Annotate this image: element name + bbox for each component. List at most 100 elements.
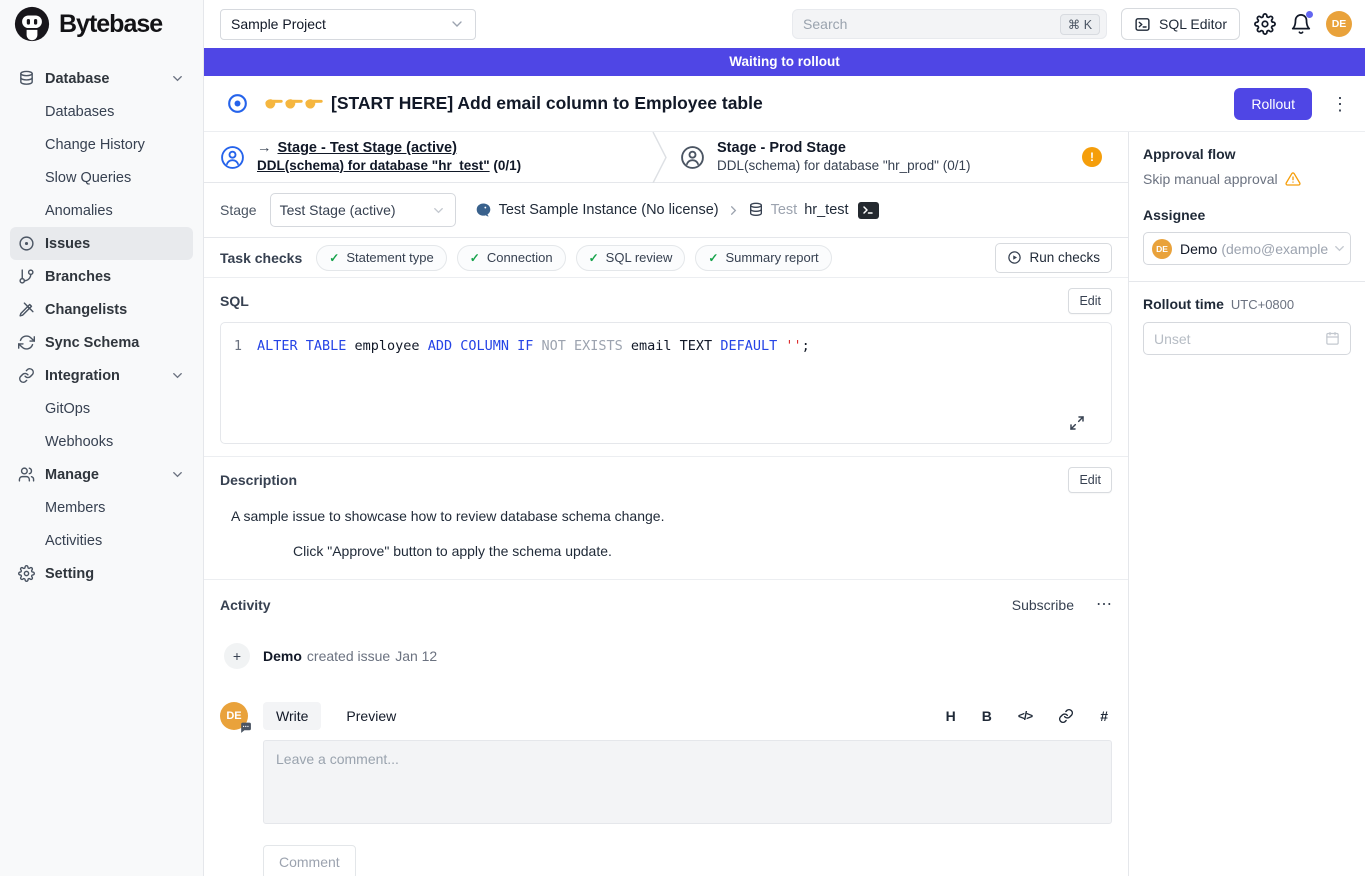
sql-edit-button[interactable]: Edit [1068,288,1112,314]
assignee-name: Demo [1180,241,1217,257]
run-checks-button[interactable]: Run checks [995,243,1112,273]
stage-task-link[interactable]: DDL(schema) for database "hr_test" [257,158,490,173]
search-shortcut-kbd: ⌘ K [1060,14,1100,35]
bold-icon[interactable]: B [982,708,992,724]
global-search[interactable]: ⌘ K [792,9,1107,39]
comment-input[interactable] [263,740,1112,824]
chevron-down-icon [431,203,446,218]
app-root: Bytebase Database Databases Change Histo… [0,0,1365,876]
settings-gear-button[interactable] [1254,13,1276,35]
bytebase-logo[interactable]: Bytebase [0,0,203,48]
sidebar-item-integration[interactable]: Integration [10,359,193,392]
check-pill-statement-type[interactable]: ✓Statement type [316,245,447,271]
changelist-icon [18,301,35,318]
sidebar-item-activities[interactable]: Activities [10,524,193,557]
sidebar-item-gitops[interactable]: GitOps [10,392,193,425]
notifications-bell-button[interactable] [1290,13,1312,35]
sidebar-item-setting[interactable]: Setting [10,557,193,590]
comment-submit-button[interactable]: Comment [263,845,356,876]
subscribe-button[interactable]: Subscribe [1012,597,1074,613]
sidebar-item-members[interactable]: Members [10,491,193,524]
sidebar-item-sync-schema[interactable]: Sync Schema [10,326,193,359]
database-icon [18,70,35,87]
stage-card-test[interactable]: →Stage - Test Stage (active) DDL(schema)… [204,132,652,182]
description-line: A sample issue to showcase how to review… [231,508,1112,524]
git-branch-icon [18,268,35,285]
notification-dot [1306,11,1313,18]
comment-user-avatar: DE [220,702,248,730]
project-select[interactable]: Sample Project [220,9,476,40]
sidebar-item-databases[interactable]: Databases [10,95,193,128]
comment-editor: DE Write Preview H B </> # [204,702,1128,876]
stage-select-row: Stage Test Stage (active) Test Sample In… [204,183,1128,238]
comment-toolbar: H B </> # [946,708,1112,724]
stage-select[interactable]: Test Stage (active) [270,193,456,227]
sync-icon [18,334,35,351]
chevron-right-icon [726,203,741,218]
user-avatar[interactable]: DE [1326,11,1352,37]
maximize-icon [1069,415,1085,431]
pointing-finger-emojis [264,94,323,113]
sidebar-item-issues[interactable]: Issues [10,227,193,260]
link-icon[interactable] [1058,708,1074,724]
activity-item: + Demo created issue Jan 12 [220,643,1112,669]
tab-preview[interactable]: Preview [333,702,409,730]
terminal-icon [1134,16,1151,33]
sidebar-item-branches[interactable]: Branches [10,260,193,293]
stage-title: Stage - Prod Stage [717,140,846,156]
stage-label: Stage [220,202,257,218]
sidebar-item-change-history[interactable]: Change History [10,128,193,161]
sidebar-item-manage[interactable]: Manage [10,458,193,491]
issue-more-menu[interactable]: ⋮ [1331,95,1349,113]
expand-editor-button[interactable] [1069,415,1085,431]
stage-title-link[interactable]: Stage - Test Stage (active) [278,140,457,156]
assignee-avatar: DE [1152,239,1172,259]
chevron-down-icon [170,368,185,383]
stage-card-prod[interactable]: Stage - Prod Stage DDL(schema) for datab… [668,132,1128,182]
check-pill-connection[interactable]: ✓Connection [457,245,566,271]
sidebar-item-slow-queries[interactable]: Slow Queries [10,161,193,194]
person-circle-icon [680,145,705,170]
check-pill-sql-review[interactable]: ✓SQL review [576,245,686,271]
issue-main: →Stage - Test Stage (active) DDL(schema)… [204,132,1128,876]
sidebar-item-changelists[interactable]: Changelists [10,293,193,326]
sidebar-item-webhooks[interactable]: Webhooks [10,425,193,458]
assignee-title: Assignee [1143,207,1351,223]
approval-status: Skip manual approval [1143,171,1351,187]
activity-more-menu[interactable]: ⋯ [1096,597,1112,613]
check-icon: ✓ [589,251,599,265]
stage-progress: (0/1) [943,158,971,173]
tab-write[interactable]: Write [263,702,321,730]
sql-statement: ALTER TABLE employee ADD COLUMN IF NOT E… [257,336,810,356]
assignee-select[interactable]: DE Demo (demo@example [1143,232,1351,265]
check-pill-summary-report[interactable]: ✓Summary report [695,245,831,271]
main-column: Sample Project ⌘ K SQL Editor [204,0,1365,876]
rollout-time-input[interactable]: Unset [1143,322,1351,355]
sidebar-item-anomalies[interactable]: Anomalies [10,194,193,227]
line-number: 1 [221,336,257,356]
hash-icon[interactable]: # [1100,708,1108,724]
description-edit-button[interactable]: Edit [1068,467,1112,493]
issue-status-banner: Waiting to rollout [204,48,1365,76]
heading-icon[interactable]: H [946,708,956,724]
sidebar-item-database[interactable]: Database [10,62,193,95]
check-icon: ✓ [470,251,480,265]
topbar: Sample Project ⌘ K SQL Editor [204,0,1365,48]
stage-task: DDL(schema) for database "hr_prod" [717,158,939,173]
sql-editor-button[interactable]: SQL Editor [1121,8,1240,40]
search-input[interactable] [803,16,1060,32]
chevron-down-icon [170,467,185,482]
stage-progress: (0/1) [493,158,521,173]
link-icon [18,367,35,384]
code-icon[interactable]: </> [1018,709,1032,723]
check-icon: ✓ [329,251,339,265]
sql-editor[interactable]: 1 ALTER TABLE employee ADD COLUMN IF NOT… [220,322,1112,444]
open-in-sql-editor-button[interactable] [858,202,879,219]
rollout-button[interactable]: Rollout [1234,88,1312,120]
comment-tabs: Write Preview H B </> # [263,702,1112,730]
postgresql-icon [475,202,492,219]
chevron-down-icon [170,71,185,86]
stage-separator-chevron [652,132,668,183]
database-name[interactable]: hr_test [804,202,848,218]
instance-name[interactable]: Test Sample Instance (No license) [499,202,719,218]
